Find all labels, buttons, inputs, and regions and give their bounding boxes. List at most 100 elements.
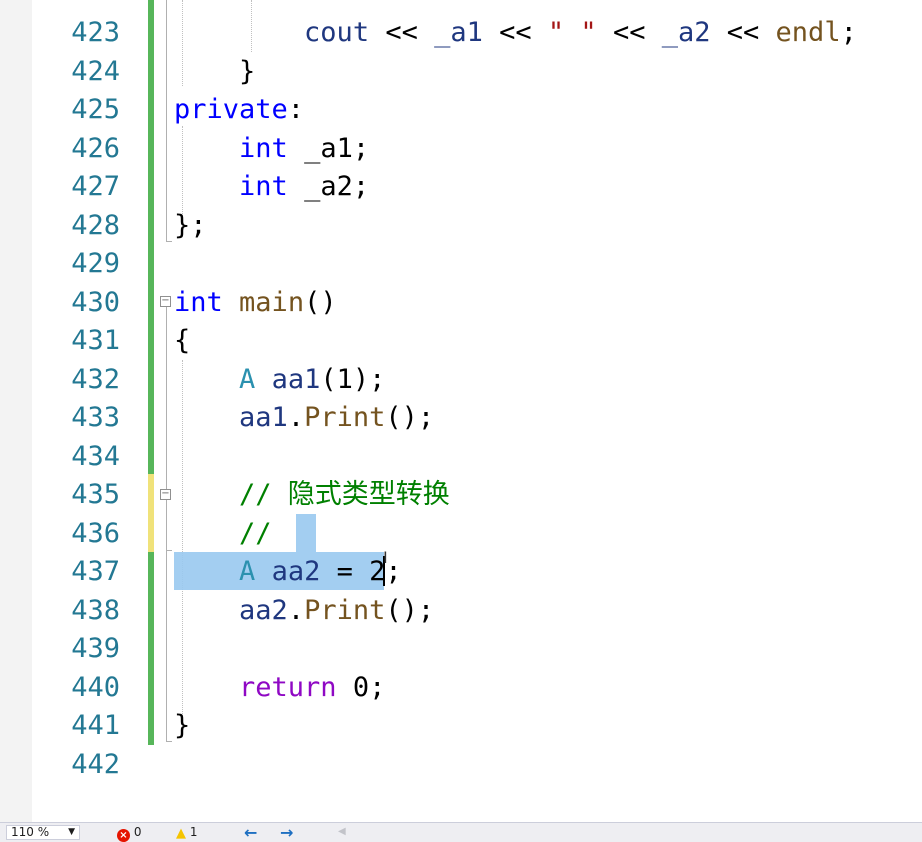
- code-token: private: [174, 94, 288, 125]
- code-token: int: [239, 171, 288, 202]
- code-line[interactable]: 429: [0, 245, 922, 283]
- code-line[interactable]: 423 cout << _a1 << " " << _a2 << endl;: [0, 14, 922, 52]
- code-token: .: [287, 594, 305, 626]
- error-count: 0: [133, 825, 142, 839]
- code-token: 0;: [336, 671, 386, 703]
- code-token: aa1: [239, 402, 288, 433]
- line-number: 441: [71, 710, 120, 741]
- code-line[interactable]: 441}: [0, 707, 922, 745]
- code-line[interactable]: 425 private:: [0, 91, 922, 129]
- code-line[interactable]: 428};: [0, 207, 922, 245]
- code-token: " ": [547, 17, 597, 48]
- code-line[interactable]: 432 A aa1(1);: [0, 361, 922, 399]
- code-line[interactable]: 430 int main(): [0, 284, 922, 322]
- code-line[interactable]: 426 int _a1;: [0, 130, 922, 168]
- code-token: aa1: [271, 363, 321, 395]
- line-number: 424: [71, 55, 120, 87]
- editor-status-bar: 110 % ▼ × 0 ▲ 1 ← → ◀: [0, 822, 922, 842]
- code-line[interactable]: 424 }: [0, 53, 922, 91]
- line-number: 427: [71, 171, 120, 202]
- code-editor[interactable]: − − 423 cout << _a1 << " " << _a2 << end…: [0, 0, 922, 822]
- code-token: main: [239, 286, 305, 318]
- code-text: int _a1;: [174, 130, 369, 168]
- code-token: _a2;: [287, 171, 370, 202]
- error-icon: ×: [117, 829, 130, 842]
- arrow-left-icon: ←: [244, 823, 258, 842]
- code-token: cout: [304, 17, 370, 48]
- error-count-button[interactable]: × 0: [117, 824, 142, 842]
- line-number: 425: [71, 94, 120, 125]
- code-line[interactable]: 427 int _a2;: [0, 168, 922, 206]
- navigate-back-button[interactable]: ←: [244, 824, 257, 841]
- code-text: cout << _a1 << " " << _a2 << endl;: [174, 14, 857, 52]
- line-number: 438: [71, 594, 120, 626]
- code-line[interactable]: 438 aa2.Print();: [0, 592, 922, 630]
- code-token: //: [239, 517, 272, 549]
- code-line[interactable]: 440 return 0;: [0, 669, 922, 707]
- code-text: int main(): [174, 284, 337, 322]
- code-text: {: [174, 322, 190, 360]
- code-token: Print: [304, 402, 386, 433]
- line-number: 442: [71, 748, 120, 780]
- line-number: 433: [71, 402, 120, 433]
- navigate-forward-button[interactable]: →: [280, 824, 293, 841]
- code-token: (1);: [320, 363, 386, 395]
- line-number: 435: [71, 479, 120, 510]
- arrow-right-icon: →: [280, 823, 294, 842]
- code-token: :: [287, 94, 305, 125]
- line-number: 430: [71, 286, 120, 318]
- code-token: _a1;: [287, 132, 370, 164]
- code-token: _a1: [434, 17, 483, 48]
- code-line[interactable]: 436 //: [0, 515, 922, 553]
- code-token: A: [239, 556, 256, 587]
- line-number: 428: [71, 209, 120, 241]
- code-token: A: [239, 363, 256, 395]
- code-token: ();: [385, 594, 435, 626]
- code-line[interactable]: 431 {: [0, 322, 922, 360]
- code-line[interactable]: 433 aa1.Print();: [0, 399, 922, 437]
- code-text: private:: [174, 91, 304, 129]
- code-token: <<: [482, 17, 548, 48]
- line-number: 431: [71, 325, 120, 356]
- code-text: return 0;: [174, 669, 385, 707]
- code-token: }: [174, 710, 191, 741]
- code-line[interactable]: 437 A aa2 = 2;: [0, 553, 922, 591]
- horizontal-scrollbar[interactable]: ◀: [330, 826, 920, 838]
- code-token: <<: [710, 17, 776, 48]
- code-text: A aa2 = 2;: [174, 553, 402, 591]
- code-token: _a2: [661, 17, 711, 48]
- warning-count: 1: [189, 825, 198, 839]
- code-token: aa2: [239, 594, 288, 626]
- code-token: int: [239, 132, 288, 164]
- code-token: return: [239, 671, 337, 703]
- zoom-select[interactable]: 110 % ▼: [6, 825, 80, 840]
- line-number: 437: [71, 556, 120, 587]
- code-token: ();: [385, 402, 435, 433]
- code-line[interactable]: 442: [0, 746, 922, 784]
- line-number: 434: [71, 440, 120, 472]
- warning-count-button[interactable]: ▲ 1: [176, 824, 197, 841]
- code-text: };: [174, 207, 207, 245]
- scroll-left-icon[interactable]: ◀: [338, 826, 346, 837]
- code-token: aa2: [271, 556, 321, 587]
- code-token: <<: [596, 17, 662, 48]
- code-line[interactable]: 439: [0, 630, 922, 668]
- code-line[interactable]: 434: [0, 438, 922, 476]
- code-token: = 2;: [320, 556, 402, 587]
- code-token: (): [304, 286, 337, 318]
- line-number: 423: [71, 17, 120, 48]
- line-number: 436: [71, 517, 120, 549]
- code-text: // 隐式类型转换: [174, 476, 450, 514]
- line-number: 432: [71, 363, 120, 395]
- line-number: 440: [71, 671, 120, 703]
- code-line[interactable]: 435 // 隐式类型转换: [0, 476, 922, 514]
